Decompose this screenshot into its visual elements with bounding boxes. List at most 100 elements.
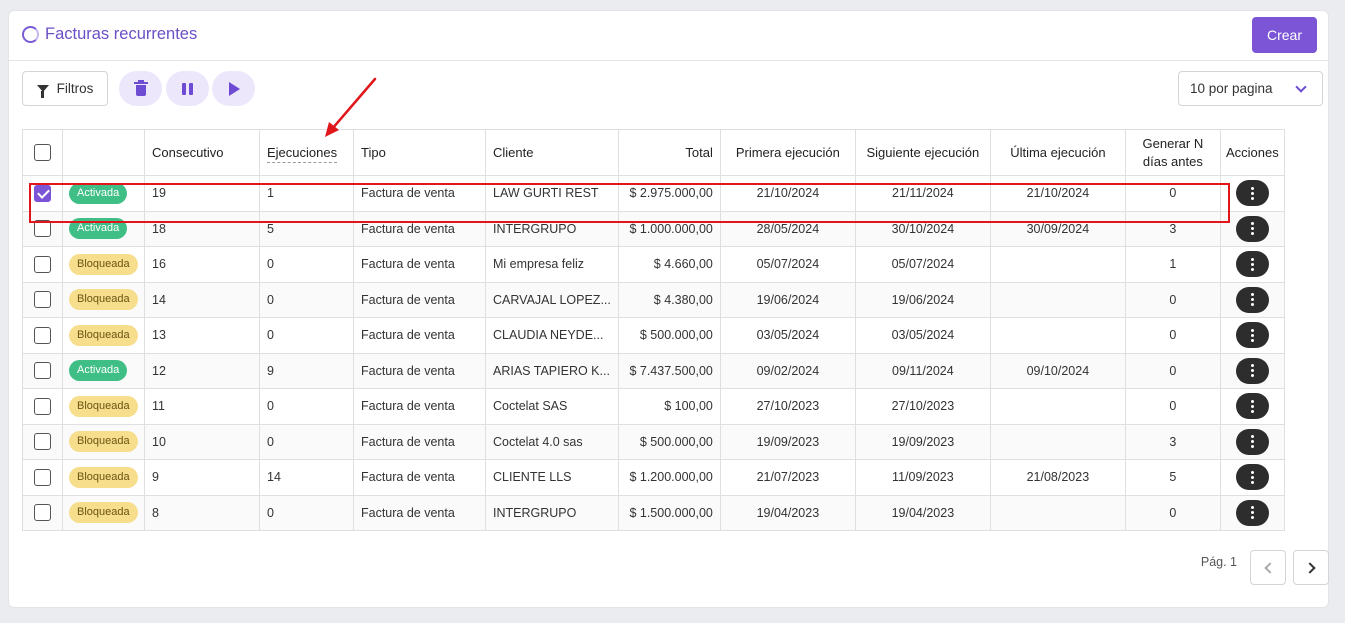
table-row[interactable]: Bloqueada 8 0 Factura de venta INTERGRUPO $ 1… [22,494,1285,531]
total-cell: $ 1.200.000,00 [617,459,721,496]
kebab-icon[interactable] [1235,393,1269,420]
status-cell: Bloqueada [62,281,145,318]
row-checkbox[interactable] [34,433,51,451]
select-all-checkbox[interactable] [34,144,51,162]
delete-button[interactable] [119,71,162,106]
row-checkbox[interactable] [34,220,51,238]
kebab-icon[interactable] [1235,180,1269,207]
next-page-button[interactable] [1293,550,1329,585]
generar-header[interactable]: Generar N días antes [1124,129,1221,176]
siguiente-cell: 09/11/2024 [854,352,991,389]
kebab-icon[interactable] [1235,322,1269,349]
play-button[interactable] [212,71,255,106]
row-select-cell [22,494,63,531]
per-page-select[interactable]: 10 por pagina [1178,71,1323,106]
create-button[interactable]: Crear [1252,17,1317,53]
tipo-header[interactable]: Tipo [353,129,486,176]
consecutivo-cell: 18 [144,210,260,247]
primera-cell: 03/05/2024 [719,317,856,354]
table-row[interactable]: Activada 12 9 Factura de venta ARIAS TAPIERO… [22,352,1285,389]
actions-cell [1219,494,1285,531]
kebab-icon[interactable] [1235,251,1269,278]
tipo-cell: Factura de venta [353,459,486,496]
actions-cell [1219,317,1285,354]
tipo-cell: Factura de venta [353,388,486,425]
total-cell: $ 2.975.000,00 [617,175,721,212]
actions-cell [1219,175,1285,212]
row-checkbox[interactable] [34,504,51,522]
row-checkbox[interactable] [34,291,51,309]
pause-button[interactable] [166,71,209,106]
row-checkbox[interactable] [34,326,51,344]
filters-button[interactable]: Filtros [22,71,108,106]
generar-cell: 0 [1124,494,1221,531]
generar-cell: 1 [1124,246,1221,283]
row-checkbox[interactable] [34,362,51,380]
total-cell: $ 100,00 [617,388,721,425]
status-cell: Bloqueada [62,423,145,460]
kebab-icon[interactable] [1235,464,1269,491]
page-title-text: Facturas recurrentes [45,25,198,43]
table-row[interactable]: Bloqueada 13 0 Factura de venta CLAUDIA NEYD… [22,317,1285,354]
ultima-header[interactable]: Última ejecución [989,129,1126,176]
actions-cell [1219,388,1285,425]
siguiente-cell: 19/04/2023 [854,494,991,531]
table-row[interactable]: Bloqueada 10 0 Factura de venta Coctelat 4.0… [22,423,1285,460]
total-cell: $ 7.437.500,00 [617,352,721,389]
actions-cell [1219,423,1285,460]
total-cell: $ 500.000,00 [617,317,721,354]
consecutivo-cell: 9 [144,459,260,496]
chevron-right-icon [1303,561,1316,574]
consecutivo-cell: 11 [144,388,260,425]
row-checkbox[interactable] [34,397,51,415]
consecutivo-header[interactable]: Consecutivo [144,129,260,176]
cliente-header[interactable]: Cliente [485,129,619,176]
cliente-cell: ARIAS TAPIERO K... [485,352,619,389]
status-cell: Activada [62,175,145,212]
ejecuciones-cell: 0 [259,281,354,318]
ejecuciones-header[interactable]: Ejecuciones [259,129,354,176]
siguiente-cell: 19/09/2023 [854,423,991,460]
row-select-cell [22,281,63,318]
status-badge: Bloqueada [69,324,138,346]
primera-cell: 27/10/2023 [719,388,856,425]
kebab-icon[interactable] [1235,215,1269,242]
status-cell: Bloqueada [62,494,145,531]
table-row[interactable]: Bloqueada 16 0 Factura de venta Mi empresa f… [22,246,1285,283]
kebab-icon[interactable] [1235,357,1269,384]
table-row[interactable]: Bloqueada 14 0 Factura de venta CARVAJAL LOP… [22,281,1285,318]
table-row[interactable]: Bloqueada 9 14 Factura de venta CLIENTE LLS $… [22,459,1285,496]
total-header[interactable]: Total [617,129,721,176]
prev-page-button[interactable] [1250,550,1286,585]
row-checkbox[interactable] [34,184,51,202]
kebab-icon[interactable] [1235,499,1269,526]
primera-header[interactable]: Primera ejecución [719,129,856,176]
table-row[interactable]: Bloqueada 11 0 Factura de venta Coctelat SAS… [22,388,1285,425]
ejecuciones-cell: 5 [259,210,354,247]
ultima-cell [989,423,1126,460]
ultima-cell [989,494,1126,531]
ejecuciones-cell: 14 [259,459,354,496]
row-checkbox[interactable] [34,468,51,486]
table-row[interactable]: Activada 18 5 Factura de venta INTERGRUPO $ 1… [22,210,1285,247]
consecutivo-cell: 13 [144,317,260,354]
pause-icon [182,82,193,95]
tipo-cell: Factura de venta [353,352,486,389]
table-row[interactable]: Activada 19 1 Factura de venta LAW GURTI RES… [22,175,1285,212]
total-cell: $ 500.000,00 [617,423,721,460]
primera-cell: 09/02/2024 [719,352,856,389]
row-checkbox[interactable] [34,255,51,273]
kebab-icon[interactable] [1235,428,1269,455]
per-page-value: 10 por pagina [1190,81,1273,96]
cliente-cell: CLAUDIA NEYDE... [485,317,619,354]
siguiente-cell: 05/07/2024 [854,246,991,283]
kebab-icon[interactable] [1235,286,1269,313]
ultima-cell: 21/10/2024 [989,175,1126,212]
tipo-cell: Factura de venta [353,175,486,212]
filter-icon [36,85,49,98]
row-select-cell [22,210,63,247]
siguiente-cell: 21/11/2024 [854,175,991,212]
status-badge: Bloqueada [69,466,138,488]
siguiente-cell: 03/05/2024 [854,317,991,354]
siguiente-header[interactable]: Siguiente ejecución [854,129,991,176]
